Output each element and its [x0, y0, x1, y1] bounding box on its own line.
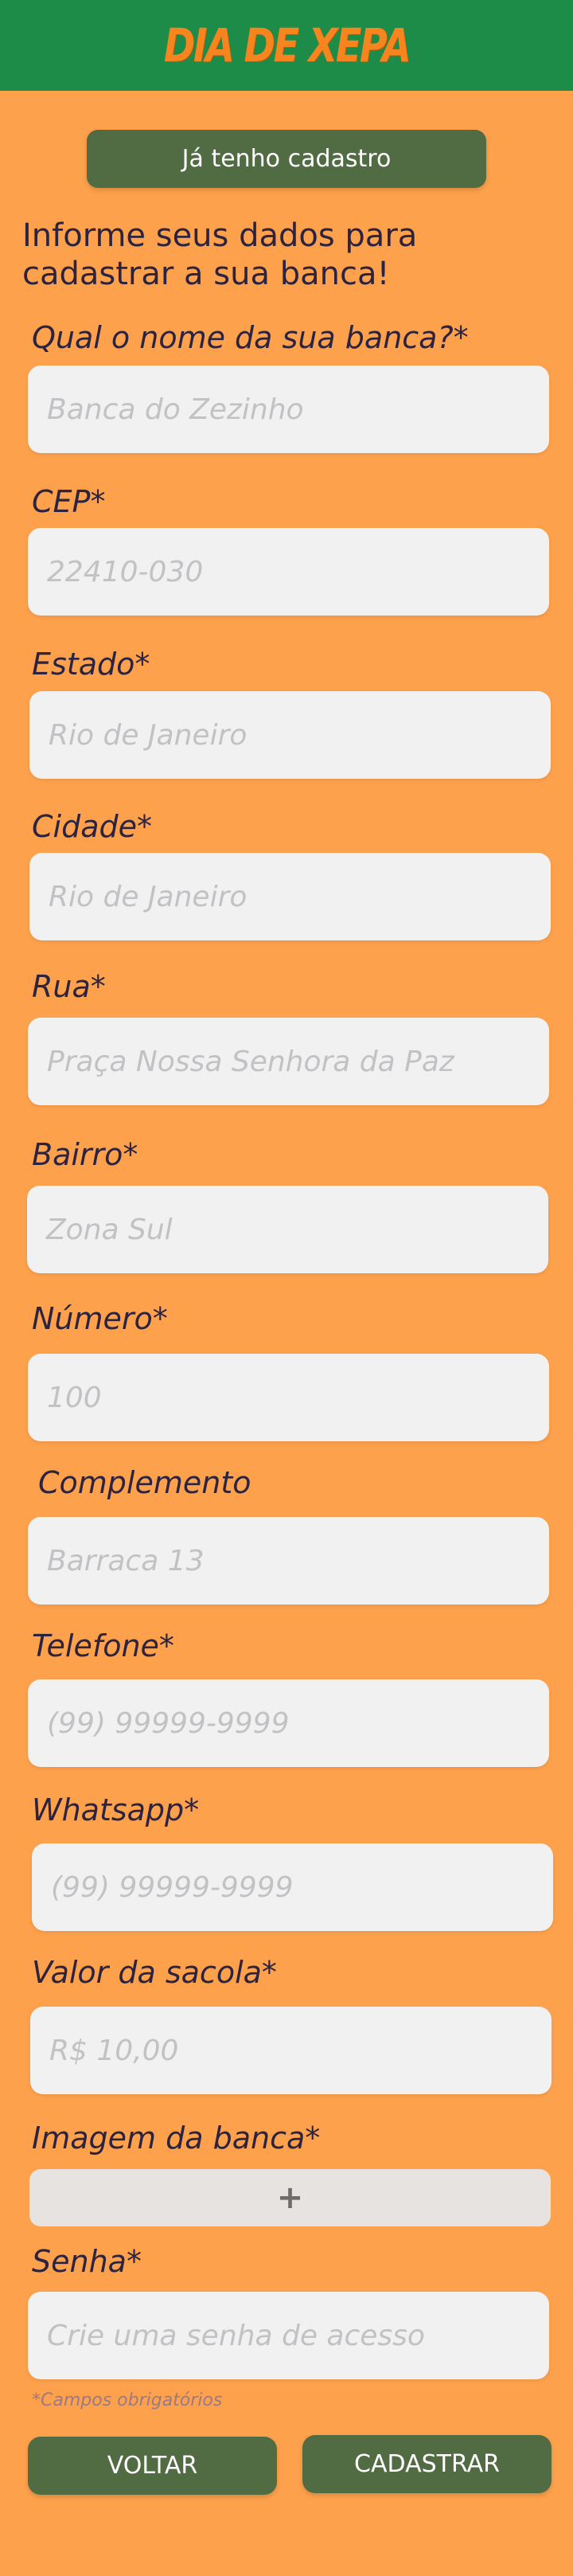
required-fields-note: *Campos obrigatórios — [32, 2390, 223, 2410]
phone-label: Telefone* — [32, 1628, 174, 1663]
state-label: Estado* — [32, 647, 150, 682]
intro-text: Informe seus dados para cadastrar a sua … — [22, 217, 418, 292]
state-input[interactable]: Rio de Janeiro — [29, 691, 551, 779]
back-button[interactable]: VOLTAR — [28, 2437, 277, 2495]
submit-button[interactable]: CADASTRAR — [302, 2435, 552, 2493]
street-input[interactable]: Praça Nossa Senhora da Paz — [28, 1018, 549, 1105]
stall-name-label: Qual o nome da sua banca?* — [32, 320, 469, 355]
street-label: Rua* — [32, 969, 106, 1004]
neighborhood-label: Bairro* — [32, 1137, 138, 1172]
password-input[interactable]: Crie uma senha de acesso — [28, 2292, 549, 2379]
number-label: Número* — [32, 1301, 168, 1336]
app-header: DIA DE XEPA — [0, 0, 573, 91]
app-logo: DIA DE XEPA — [163, 18, 411, 72]
complement-label: Complemento — [38, 1465, 251, 1500]
city-input[interactable]: Rio de Janeiro — [29, 853, 551, 940]
cep-input[interactable]: 22410-030 — [28, 528, 549, 616]
cep-label: CEP* — [32, 484, 106, 519]
whatsapp-label: Whatsapp* — [32, 1792, 200, 1827]
phone-input[interactable]: (99) 99999-9999 — [28, 1679, 549, 1767]
neighborhood-input[interactable]: Zona Sul — [27, 1186, 548, 1273]
password-label: Senha* — [32, 2244, 142, 2279]
stall-image-label: Imagem da banca* — [32, 2121, 321, 2156]
whatsapp-input[interactable]: (99) 99999-9999 — [32, 1843, 553, 1931]
image-upload-button[interactable]: + — [29, 2169, 551, 2226]
number-input[interactable]: 100 — [28, 1354, 549, 1441]
city-label: Cidade* — [32, 809, 152, 844]
bag-price-label: Valor da sacola* — [32, 1955, 277, 1990]
stall-name-input[interactable]: Banca do Zezinho — [28, 365, 549, 453]
already-registered-button[interactable]: Já tenho cadastro — [87, 130, 486, 188]
plus-icon: + — [276, 2179, 304, 2216]
bag-price-input[interactable]: R$ 10,00 — [30, 2007, 552, 2094]
complement-input[interactable]: Barraca 13 — [28, 1517, 549, 1605]
